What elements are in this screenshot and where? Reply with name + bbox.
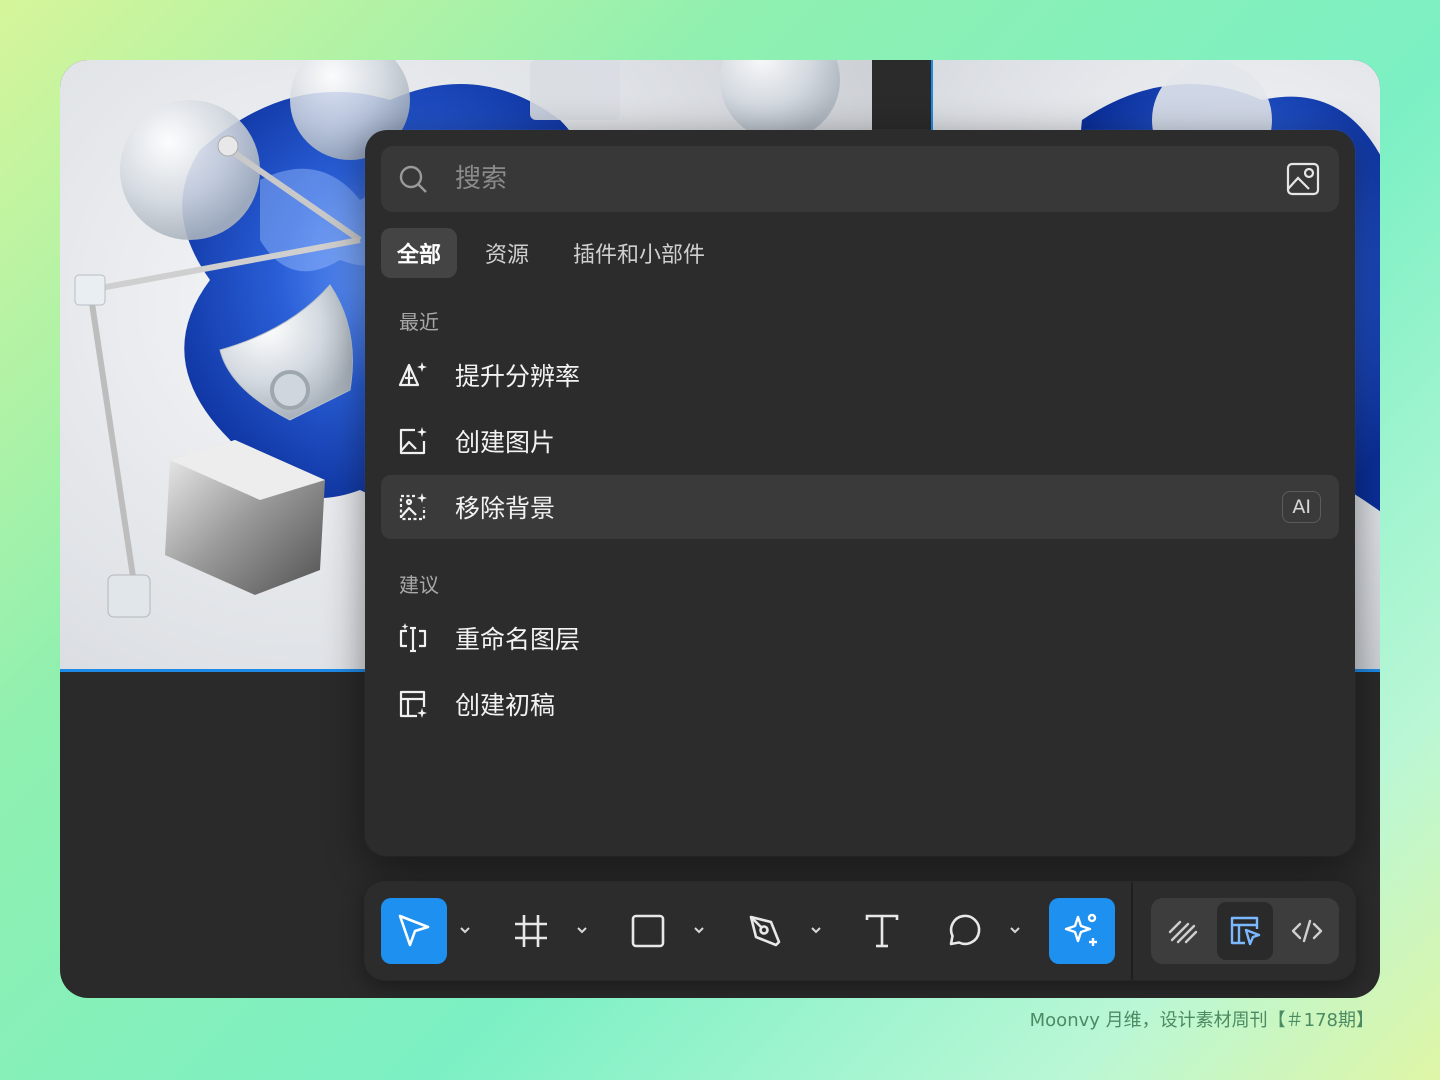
draw-icon — [1168, 920, 1198, 944]
menu-item-label: 创建初稿 — [455, 691, 556, 720]
design-icon — [1230, 916, 1261, 946]
text-icon — [865, 914, 899, 948]
shape-tool-button[interactable] — [615, 898, 681, 964]
rectangle-icon — [631, 914, 665, 948]
actions-button[interactable] — [1049, 898, 1115, 964]
create-image-icon — [399, 427, 427, 455]
menu-item-label: 创建图片 — [455, 428, 556, 457]
chevron-down-icon[interactable] — [1007, 922, 1023, 938]
rename-layers-icon — [399, 623, 427, 653]
caption: Moonvy 月维，设计素材周刊【＃178期】 — [1029, 1010, 1374, 1031]
code-icon — [1291, 919, 1323, 943]
tab-plugins-widgets[interactable]: 插件和小部件 — [557, 228, 721, 278]
app-window: 全部 资源 插件和小部件 最近 提升分辨率 创建图片 — [60, 60, 1380, 998]
text-tool-button[interactable] — [849, 898, 915, 964]
tab-all[interactable]: 全部 — [381, 228, 458, 278]
menu-item-label: 移除背景 — [455, 494, 556, 523]
toolbar-divider — [1131, 882, 1133, 980]
menu-item-create-image[interactable]: 创建图片 — [381, 409, 1339, 473]
image-search-icon[interactable] — [1285, 161, 1321, 197]
upscale-icon — [398, 362, 427, 387]
frame-tool-button[interactable] — [498, 898, 564, 964]
comment-tool-button[interactable] — [931, 898, 997, 964]
menu-item-label: 提升分辨率 — [455, 362, 581, 391]
frame-icon — [515, 915, 547, 947]
chevron-down-icon[interactable] — [574, 922, 590, 938]
ai-sparkle-icon — [1064, 913, 1097, 946]
search-icon — [399, 165, 427, 193]
menu-item-remove-background[interactable]: 移除背景 AI — [381, 475, 1339, 539]
menu-item-label: 重命名图层 — [455, 625, 581, 654]
menu-item-upscale[interactable]: 提升分辨率 — [381, 343, 1339, 407]
chevron-down-icon[interactable] — [808, 922, 824, 938]
tab-assets[interactable]: 资源 — [469, 228, 545, 278]
mode-switcher — [1151, 898, 1339, 964]
ai-badge: AI — [1282, 491, 1321, 523]
move-tool-button[interactable] — [381, 898, 447, 964]
search-bar — [381, 146, 1339, 212]
menu-item-first-draft[interactable]: 创建初稿 — [381, 672, 1339, 736]
dev-mode-button[interactable] — [1279, 902, 1335, 960]
comment-icon — [949, 914, 981, 946]
pen-tool-button[interactable] — [732, 898, 798, 964]
design-mode-button[interactable] — [1217, 902, 1273, 960]
section-label-recent: 最近 — [399, 310, 439, 334]
menu-item-rename-layers[interactable]: 重命名图层 — [381, 606, 1339, 670]
first-draft-icon — [399, 690, 427, 718]
pen-icon — [749, 915, 781, 947]
draw-mode-button[interactable] — [1155, 902, 1211, 960]
chevron-down-icon[interactable] — [457, 922, 473, 938]
search-input[interactable] — [455, 146, 1255, 212]
tab-bar: 全部 资源 插件和小部件 — [381, 228, 721, 278]
actions-panel: 全部 资源 插件和小部件 最近 提升分辨率 创建图片 — [365, 130, 1355, 856]
chevron-down-icon[interactable] — [691, 922, 707, 938]
cursor-icon — [398, 914, 430, 947]
section-label-suggested: 建议 — [399, 573, 439, 597]
remove-background-icon — [399, 493, 427, 521]
bottom-toolbar — [365, 882, 1355, 980]
